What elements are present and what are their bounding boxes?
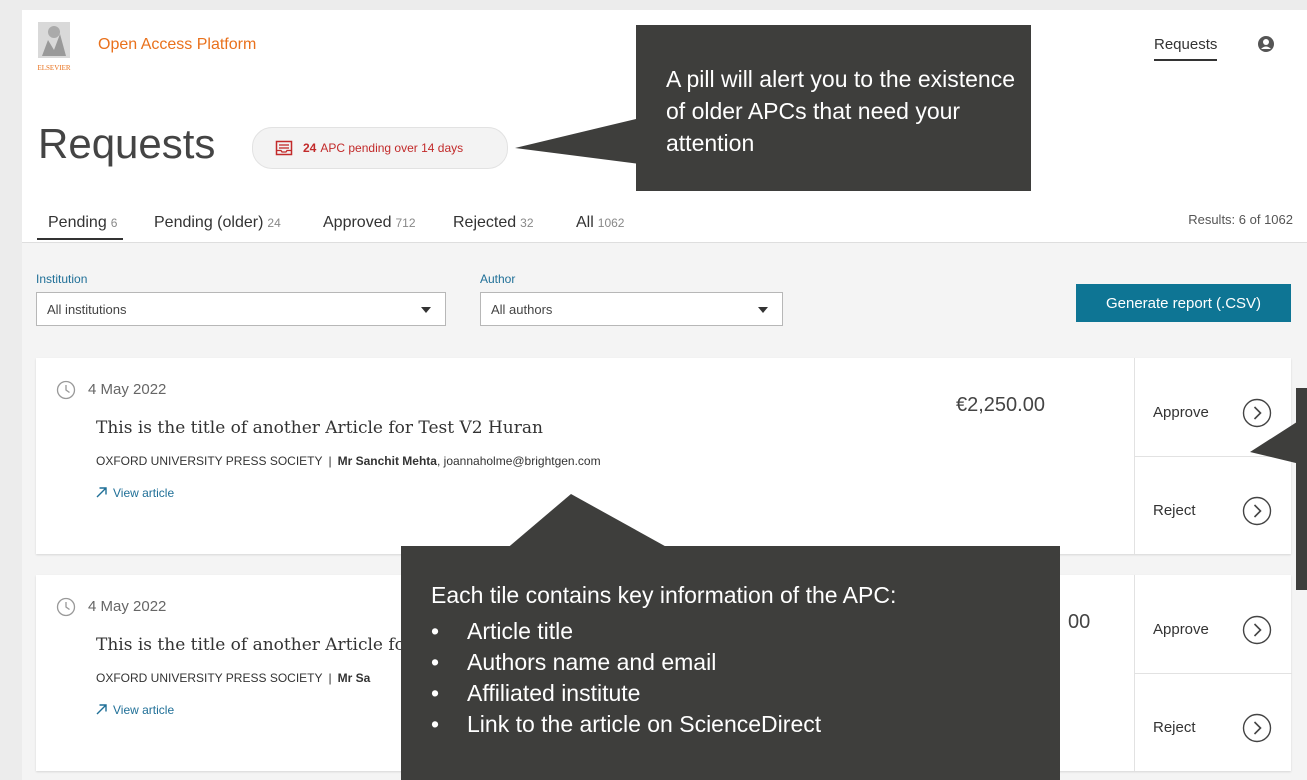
older-apc-pill[interactable]: 24 APC pending over 14 days [252,127,508,169]
chevron-down-icon [421,307,431,313]
tile-date: 4 May 2022 [88,598,167,615]
callout-pill-note: A pill will alert you to the existence o… [636,25,1031,191]
callout-list: Article title Authors name and email Aff… [431,616,821,740]
approve-button[interactable]: Approve [1135,575,1292,674]
author-name: Mr Sanchit Mehta [337,454,437,468]
institution-select[interactable]: All institutions [36,292,446,326]
approve-button[interactable]: Approve [1135,358,1292,457]
author-label: Author [480,272,516,286]
tab-rejected[interactable]: Rejected 32 [453,214,534,232]
elsevier-logo: ELSEVIER [37,22,71,72]
external-link-icon [96,487,107,498]
list-item: Authors name and email [431,647,821,678]
user-avatar-icon[interactable] [1258,36,1274,52]
tab-all[interactable]: All 1062 [576,214,624,232]
reject-button[interactable]: Reject [1135,456,1292,554]
view-article-link[interactable]: View article [96,703,174,717]
apc-price: 00 [1068,611,1091,633]
apc-tile: 4 May 2022 This is the title of another … [36,358,1292,554]
apc-price: €2,250.00 [956,394,1045,416]
brand-name[interactable]: Open Access Platform [98,36,256,54]
list-item: Link to the article on ScienceDirect [431,709,821,740]
nav-requests-link[interactable]: Requests [1154,36,1218,61]
chevron-right-circle-icon [1242,615,1272,645]
tile-actions: Approve Reject [1134,575,1292,771]
results-count: Results: 6 of 1062 [1188,212,1293,227]
chevron-right-circle-icon [1242,496,1272,526]
pill-text: APC pending over 14 days [320,141,464,155]
tab-pending[interactable]: Pending 6 [37,214,124,240]
tab-approved[interactable]: Approved 712 [323,214,416,232]
svg-text:ELSEVIER: ELSEVIER [37,64,70,72]
callout-actions-note [1296,388,1307,590]
callout-tile-note: Each tile contains key information of th… [401,546,1060,780]
chevron-right-circle-icon [1242,398,1272,428]
list-item: Article title [431,616,821,647]
external-link-icon [96,704,107,715]
chevron-right-circle-icon [1242,713,1272,743]
generate-report-button[interactable]: Generate report (.CSV) [1076,284,1291,322]
clock-icon [56,597,76,617]
tile-meta: OXFORD UNIVERSITY PRESS SOCIETY | Mr Sa [96,671,371,685]
tile-meta: OXFORD UNIVERSITY PRESS SOCIETY | Mr Sanch… [96,454,601,468]
author-select[interactable]: All authors [480,292,783,326]
page-title: Requests [38,120,216,167]
author-name: Mr Sa [337,671,371,685]
tab-pending-older[interactable]: Pending (older) 24 [154,214,281,232]
tile-date: 4 May 2022 [88,381,167,398]
author-email: , joannaholme@brightgen.com [436,454,601,468]
article-title: This is the title of another Article for… [96,418,543,438]
view-article-link[interactable]: View article [96,486,174,500]
chevron-down-icon [758,307,768,313]
clock-icon [56,380,76,400]
institution-label: Institution [36,272,88,286]
inbox-alert-icon [275,140,293,156]
reject-button[interactable]: Reject [1135,673,1292,771]
publisher: OXFORD UNIVERSITY PRESS SOCIETY [96,671,323,685]
publisher: OXFORD UNIVERSITY PRESS SOCIETY [96,454,323,468]
list-item: Affiliated institute [431,678,821,709]
pill-count: 24 [303,141,317,155]
article-title: This is the title of another Article fo [96,635,405,655]
tile-actions: Approve Reject [1134,358,1292,554]
